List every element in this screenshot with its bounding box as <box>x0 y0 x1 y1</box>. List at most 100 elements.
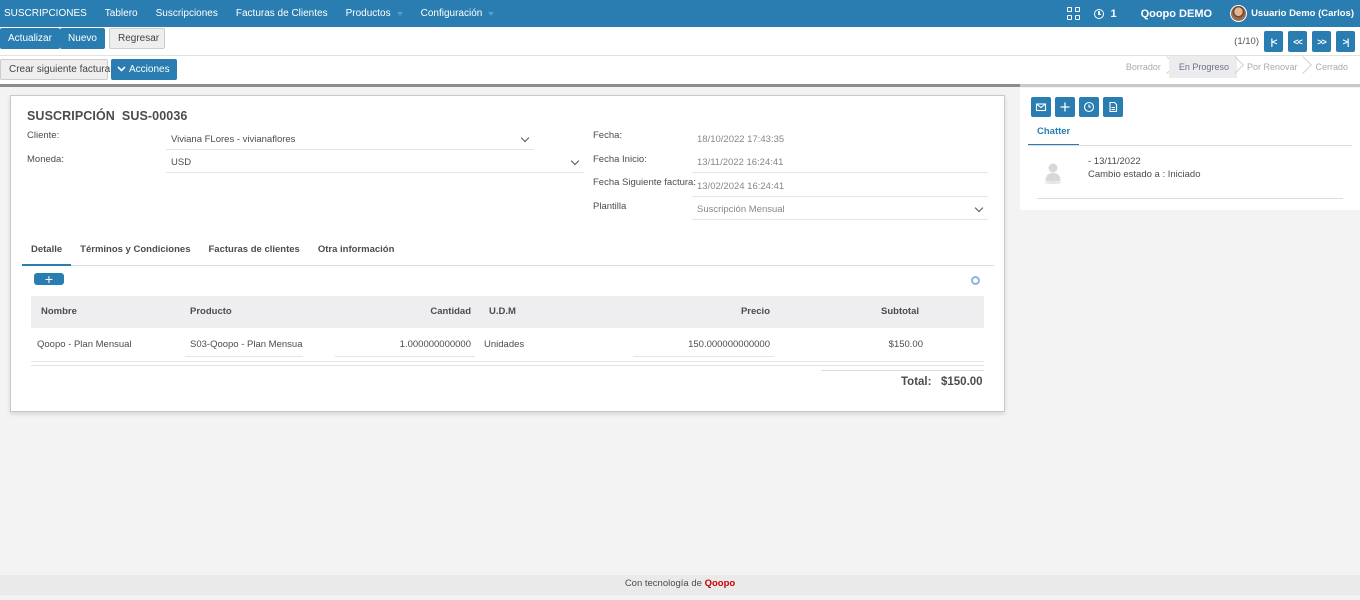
currency-value: USD <box>171 157 192 168</box>
stage-borrador[interactable]: Borrador <box>1116 56 1169 78</box>
template-label: Plantilla <box>593 201 627 212</box>
chevron-down-icon <box>117 66 126 72</box>
page-footer: Con tecnología de Qoopo <box>0 575 1360 595</box>
navbar-right: 1 Qoopo DEMO Usuario Demo (Carlos) <box>1067 0 1354 27</box>
page-title: SUSCRIPCIÓN SUS-00036 <box>27 109 187 123</box>
title-number: SUS-00036 <box>121 109 188 123</box>
clock-icon <box>1083 101 1095 113</box>
start-date-label: Fecha Inicio: <box>593 154 647 165</box>
envelope-icon <box>1035 103 1047 112</box>
menu-label: Configuración <box>420 8 483 19</box>
document-icon <box>1109 101 1118 113</box>
attach-file-button[interactable] <box>1103 97 1123 117</box>
client-field[interactable]: Viviana FLores - vivianaflores <box>166 129 534 150</box>
menu-label: SUSCRIPCIONES <box>4 8 87 19</box>
previous-record-icon[interactable]: << <box>1288 31 1307 52</box>
notebook-tabs: Detalle Términos y Condiciones Facturas … <box>22 240 994 266</box>
actions-label: Acciones <box>129 64 170 75</box>
cell-price[interactable]: 150.000000000000 <box>633 330 774 357</box>
column-header-name[interactable]: Nombre <box>41 296 77 328</box>
add-line-button[interactable]: + <box>34 271 64 287</box>
follow-button[interactable] <box>1055 97 1075 117</box>
footer-text: Con tecnología de <box>624 578 702 589</box>
chatter-tab-divider <box>1028 145 1352 146</box>
form-header: Crear siguiente factura Acciones Borrado… <box>0 56 1360 85</box>
top-navbar: SUSCRIPCIONES Tablero Suscripciones Fact… <box>0 0 1360 27</box>
actions-dropdown-button[interactable]: Acciones <box>111 59 177 80</box>
column-header-uom[interactable]: U.D.M <box>489 296 516 328</box>
menu-item-suscripciones-app[interactable]: SUSCRIPCIONES <box>0 0 96 27</box>
stage-en-progreso[interactable]: En Progreso <box>1168 56 1237 78</box>
menu-item-suscripciones[interactable]: Suscripciones <box>147 0 227 27</box>
optional-columns-icon[interactable] <box>971 276 980 285</box>
refresh-button[interactable]: Actualizar <box>0 28 60 49</box>
chevron-down-icon[interactable] <box>520 133 530 143</box>
control-panel: Actualizar Nuevo Regresar (1/10) |< << >… <box>0 27 1360 56</box>
user-placeholder-avatar <box>1044 163 1062 184</box>
activity-count[interactable]: 1 <box>1110 8 1116 20</box>
footer-brand-link[interactable]: Qoopo <box>705 578 736 589</box>
column-header-price[interactable]: Precio <box>711 296 770 328</box>
next-invoice-date-field[interactable]: 13/02/2024 16:24:41 <box>692 176 988 197</box>
pager: (1/10) |< << >> >| <box>1234 31 1360 52</box>
column-header-quantity[interactable]: Cantidad <box>411 296 471 328</box>
clock-icon[interactable] <box>1094 8 1105 19</box>
main-menu: SUSCRIPCIONES Tablero Suscripciones Fact… <box>0 0 503 27</box>
send-message-button[interactable] <box>1031 97 1051 117</box>
message-divider <box>1037 198 1343 199</box>
menu-label: Suscripciones <box>155 8 218 19</box>
title-prefix: SUSCRIPCIÓN <box>27 109 115 123</box>
tab-chatter[interactable]: Chatter <box>1028 123 1080 146</box>
tab-facturas-clientes[interactable]: Facturas de clientes <box>199 240 308 266</box>
plus-icon: + <box>44 271 54 287</box>
menu-item-tablero[interactable]: Tablero <box>96 0 147 27</box>
chevron-down-icon[interactable] <box>570 156 580 166</box>
cell-subtotal: $150.00 <box>888 339 923 350</box>
apps-grid-icon[interactable] <box>1067 7 1081 20</box>
cell-product[interactable]: S03-Qoopo - Plan Mensual <box>185 330 303 357</box>
currency-field[interactable]: USD <box>166 152 584 173</box>
status-bar: Borrador En Progreso Por Renovar Cerrado <box>1116 56 1356 78</box>
message-body: Cambio estado a : Iniciado <box>1088 169 1201 180</box>
new-button[interactable]: Nuevo <box>60 28 105 49</box>
chevron-down-icon[interactable] <box>974 203 984 213</box>
menu-item-productos[interactable]: Productos <box>337 0 412 27</box>
column-header-product[interactable]: Producto <box>190 296 232 328</box>
menu-item-configuracion[interactable]: Configuración <box>412 0 504 27</box>
header-divider <box>0 84 1020 87</box>
menu-item-facturas-clientes[interactable]: Facturas de Clientes <box>227 0 337 27</box>
cell-name[interactable]: Qoopo - Plan Mensual <box>37 328 132 362</box>
cell-uom[interactable]: Unidades <box>484 328 524 362</box>
pager-value[interactable]: (1/10) <box>1234 36 1259 47</box>
stage-por-renovar[interactable]: Por Renovar <box>1237 56 1306 78</box>
create-next-invoice-button[interactable]: Crear siguiente factura <box>0 59 110 80</box>
caret-down-icon <box>396 11 403 16</box>
column-header-subtotal[interactable]: Subtotal <box>851 296 919 328</box>
date-label: Fecha: <box>593 130 623 141</box>
last-record-icon[interactable]: >| <box>1336 31 1355 52</box>
next-record-icon[interactable]: >> <box>1312 31 1331 52</box>
tab-otra-informacion[interactable]: Otra información <box>309 240 404 266</box>
currency-label: Moneda: <box>27 154 64 165</box>
total-value: $150.00 <box>941 376 983 388</box>
start-date-field[interactable]: 13/11/2022 16:24:41 <box>692 152 988 173</box>
template-field[interactable]: Suscripción Mensual <box>692 199 988 220</box>
header-divider-right <box>1020 84 1360 87</box>
cell-quantity[interactable]: 1.000000000000 <box>335 330 475 357</box>
chatter-panel: Chatter - 13/11/2022 Cambio estado a : I… <box>1020 88 1360 210</box>
template-value: Suscripción Mensual <box>697 204 785 215</box>
first-record-icon[interactable]: |< <box>1264 31 1283 52</box>
menu-label: Productos <box>345 8 391 19</box>
tab-detalle[interactable]: Detalle <box>22 240 72 266</box>
client-value: Viviana FLores - vivianaflores <box>171 134 296 145</box>
schedule-activity-button[interactable] <box>1079 97 1099 117</box>
user-menu[interactable]: Usuario Demo (Carlos) <box>1251 8 1354 19</box>
stage-cerrado[interactable]: Cerrado <box>1305 56 1356 78</box>
back-button[interactable]: Regresar <box>109 28 165 49</box>
table-row[interactable]: Qoopo - Plan Mensual S03-Qoopo - Plan Me… <box>31 328 984 362</box>
company-switcher[interactable]: Qoopo DEMO <box>1141 8 1213 20</box>
tab-terminos-condiciones[interactable]: Términos y Condiciones <box>71 240 199 266</box>
table-header: Nombre Producto Cantidad U.D.M Precio Su… <box>31 296 984 328</box>
user-avatar[interactable] <box>1230 5 1248 22</box>
total-divider <box>821 370 984 371</box>
